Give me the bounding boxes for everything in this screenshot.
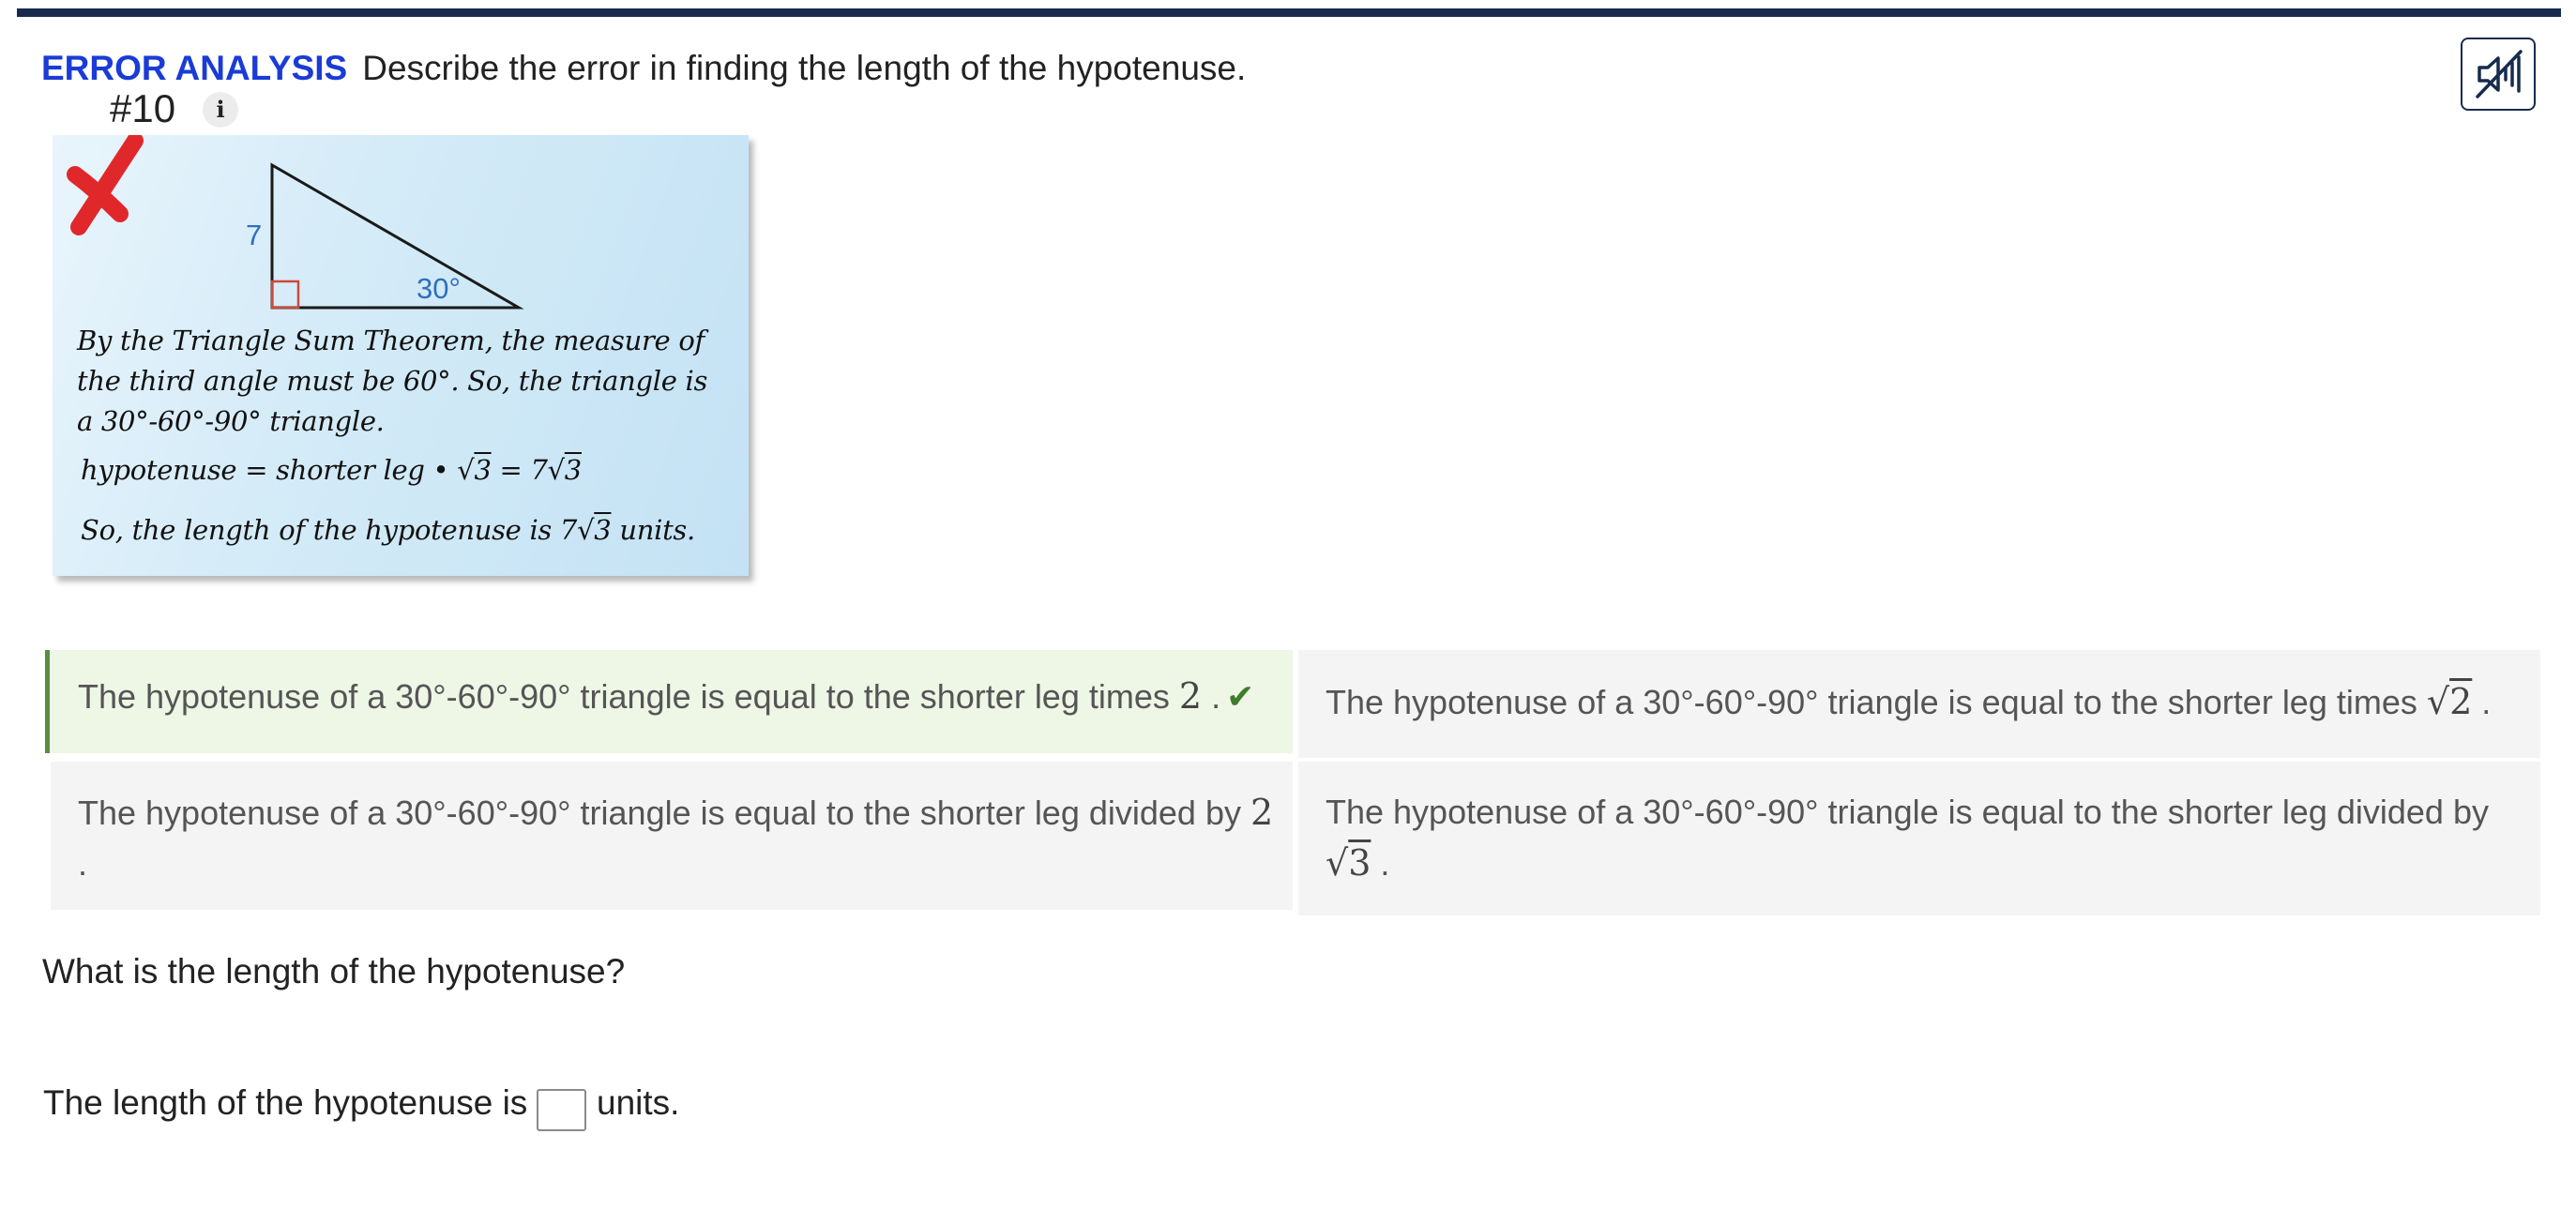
figure-text-line: a 30°-60°-90° triangle. xyxy=(77,405,385,437)
answer-prefix: The length of the hypotenuse is xyxy=(43,1083,528,1122)
figure-text-line: the third angle must be 60°. So, the tri… xyxy=(77,365,708,397)
triangle xyxy=(270,162,524,310)
question-prompt: Describe the error in finding the length… xyxy=(362,49,1247,87)
angle-label: 30° xyxy=(417,272,461,305)
error-analysis-tag: ERROR ANALYSIS xyxy=(41,49,348,87)
answer-choice[interactable]: The hypotenuse of a 30°-60°-90° triangle… xyxy=(51,762,1293,910)
second-question: What is the length of the hypotenuse? xyxy=(42,952,626,991)
figure-conclusion: So, the length of the hypotenuse is 7√3 … xyxy=(81,514,695,546)
question-header: ERROR ANALYSIS Describe the error in find… xyxy=(41,49,1246,88)
audio-button[interactable] xyxy=(2461,38,2536,111)
answer-units: units. xyxy=(597,1083,680,1122)
figure-text-line: By the Triangle Sum Theorem, the measure… xyxy=(77,325,705,356)
answer-choice-selected[interactable]: The hypotenuse of a 30°-60°-90° triangle… xyxy=(45,650,1293,753)
error-x-mark xyxy=(67,135,144,235)
info-icon[interactable]: i xyxy=(203,92,238,128)
speaker-muted-icon xyxy=(2476,50,2523,98)
error-figure: 7 30° By the Triangle Sum Theorem, the m… xyxy=(53,135,749,576)
right-angle-marker xyxy=(270,280,300,310)
hypotenuse-answer-input[interactable] xyxy=(537,1089,586,1131)
answer-choice[interactable]: The hypotenuse of a 30°-60°-90° triangle… xyxy=(1298,762,2540,915)
question-number: #10 xyxy=(110,86,176,130)
checkmark-icon: ✔ xyxy=(1226,677,1255,716)
top-bar xyxy=(17,8,2561,17)
figure-equation: hypotenuse = shorter leg • √3 = 7√3 xyxy=(81,454,582,486)
side-length-label: 7 xyxy=(246,219,263,251)
answer-choice[interactable]: The hypotenuse of a 30°-60°-90° triangle… xyxy=(1298,650,2540,758)
